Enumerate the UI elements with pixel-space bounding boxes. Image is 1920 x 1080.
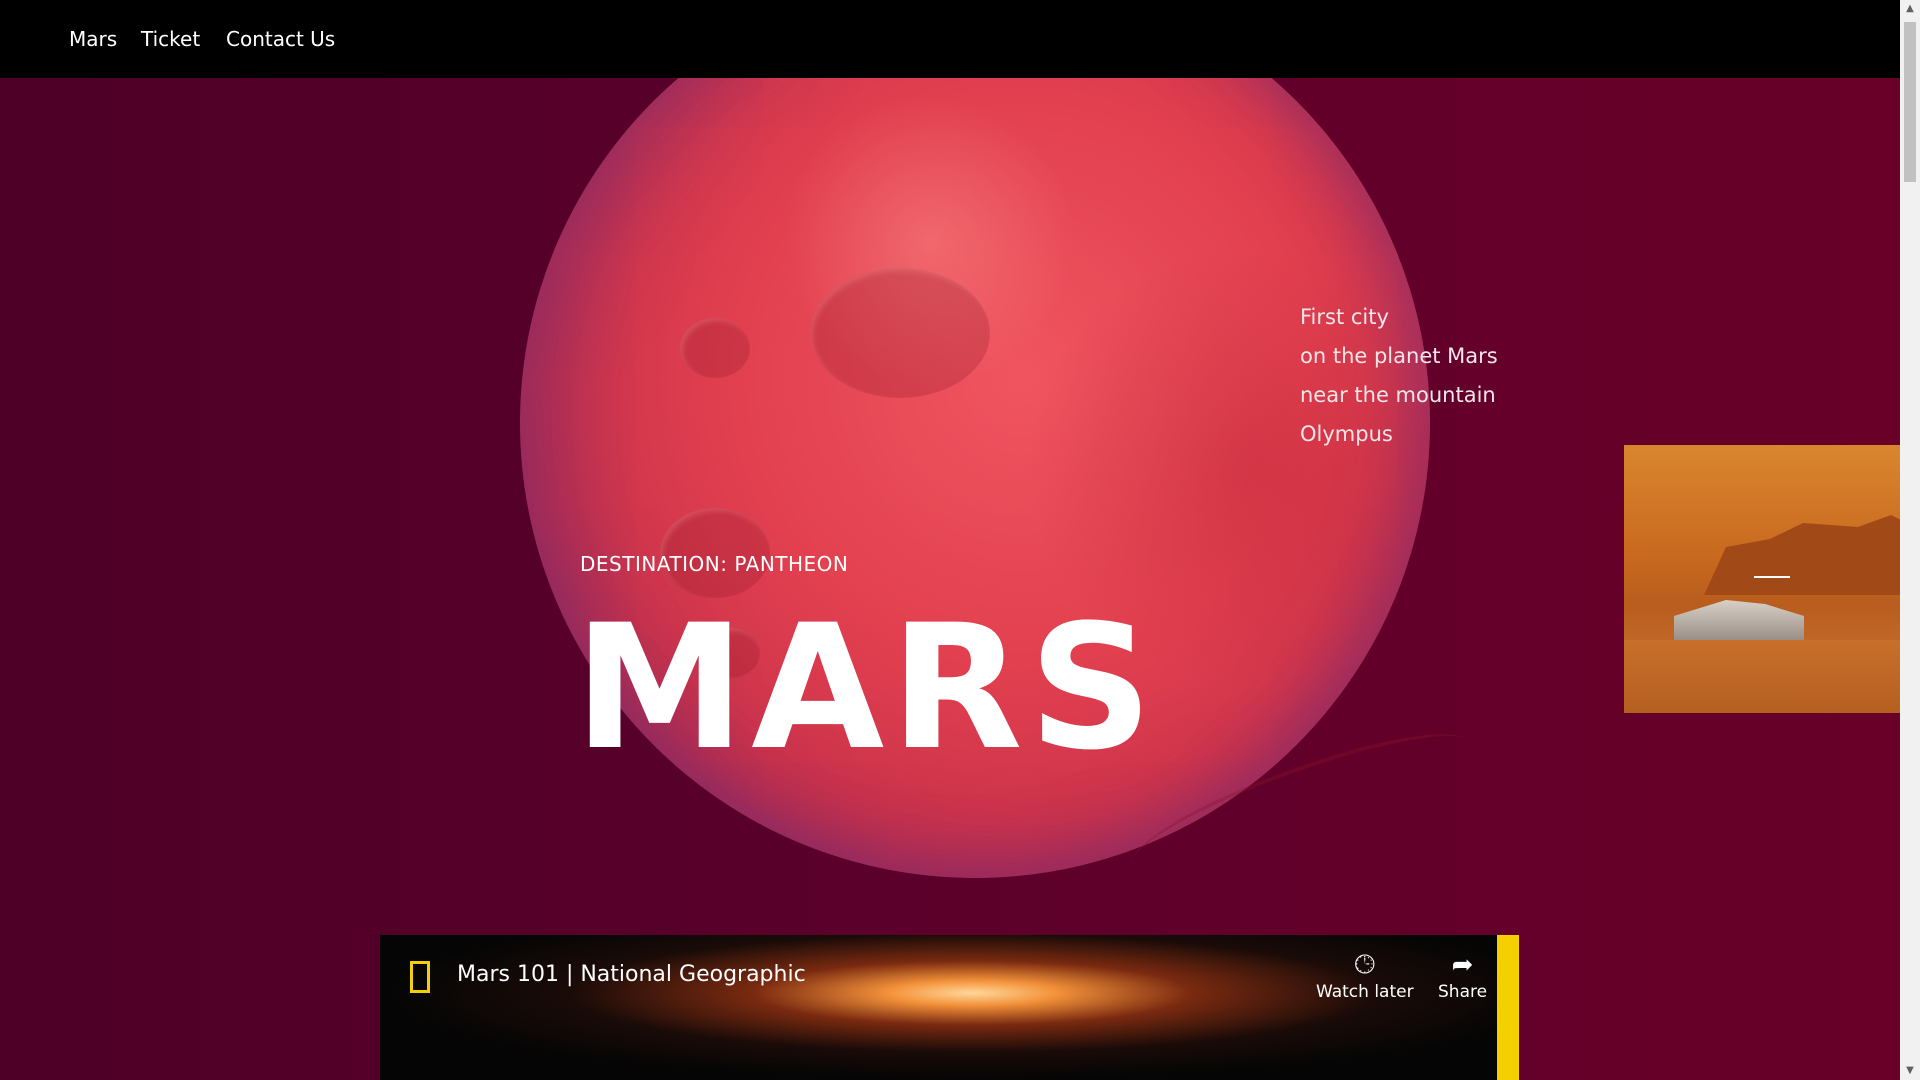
top-navigation: Mars Ticket Contact Us bbox=[0, 0, 1900, 78]
tagline-line: Olympus bbox=[1300, 422, 1393, 446]
crater bbox=[810, 268, 990, 398]
mars-base-thumbnail[interactable] bbox=[1624, 445, 1900, 713]
video-title[interactable]: Mars 101 | National Geographic bbox=[457, 962, 806, 987]
tagline-line: near the mountain bbox=[1300, 383, 1496, 407]
share-arrow-icon: ➦ bbox=[1451, 950, 1474, 980]
nav-link-mars[interactable]: Mars bbox=[69, 27, 117, 51]
watch-later-button[interactable]: 🕒︎ Watch later bbox=[1316, 950, 1414, 1002]
ground-shape bbox=[1624, 640, 1900, 713]
yellow-border-strip bbox=[1497, 935, 1519, 1080]
nav-link-contact-us[interactable]: Contact Us bbox=[226, 27, 335, 51]
page-scrollbar[interactable]: ▲ ▼ bbox=[1900, 0, 1920, 1080]
tagline-line: on the planet Mars bbox=[1300, 344, 1498, 368]
natgeo-logo-icon bbox=[410, 961, 430, 993]
crater bbox=[680, 318, 750, 378]
scroll-up-arrow-icon[interactable]: ▲ bbox=[1900, 0, 1920, 18]
tagline-line: First city bbox=[1300, 305, 1389, 329]
video-embed[interactable]: Mars 101 | National Geographic 🕒︎ Watch … bbox=[380, 935, 1519, 1080]
scrollbar-thumb[interactable] bbox=[1904, 22, 1916, 182]
hero-section: First city on the planet Mars near the m… bbox=[0, 78, 1900, 1080]
valles-marineris bbox=[1117, 714, 1483, 896]
share-button[interactable]: ➦ Share bbox=[1438, 950, 1487, 1002]
destination-label: DESTINATION: PANTHEON bbox=[580, 552, 849, 576]
watch-later-label: Watch later bbox=[1316, 982, 1414, 1002]
share-label: Share bbox=[1438, 982, 1488, 1002]
slider-dash-icon bbox=[1754, 576, 1790, 578]
habitat-shape bbox=[1674, 600, 1804, 640]
clock-icon: 🕒︎ bbox=[1354, 950, 1376, 980]
hero-tagline: First city on the planet Mars near the m… bbox=[1300, 298, 1498, 454]
nav-link-ticket[interactable]: Ticket bbox=[141, 27, 200, 51]
hero-title: MARS bbox=[574, 587, 1159, 788]
mesa-shape bbox=[1704, 515, 1900, 595]
scroll-down-arrow-icon[interactable]: ▼ bbox=[1900, 1062, 1920, 1080]
